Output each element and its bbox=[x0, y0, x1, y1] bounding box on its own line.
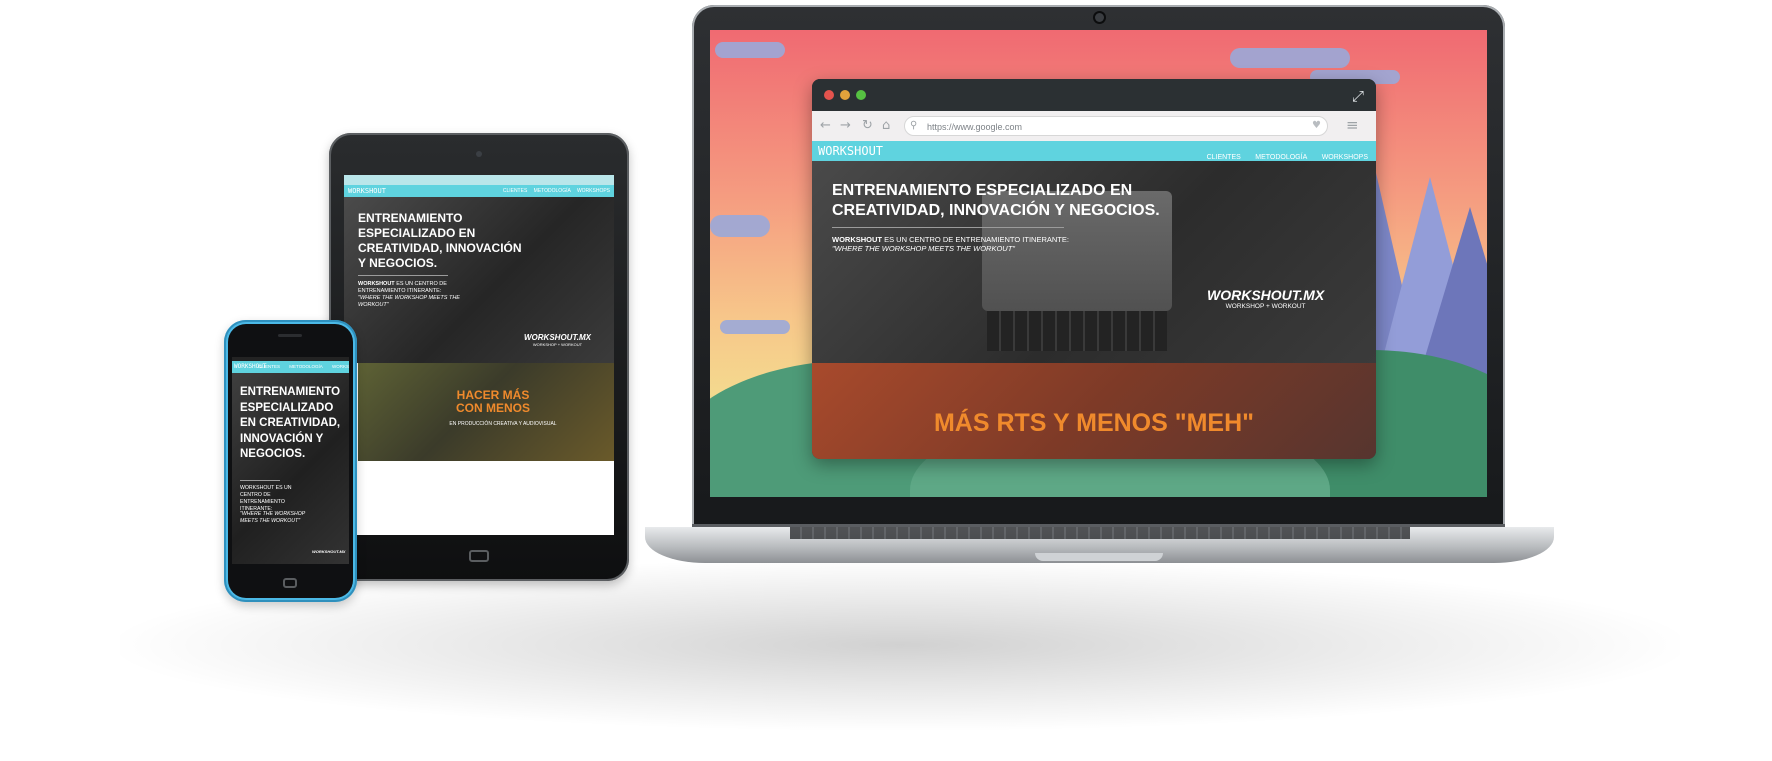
menu-icon[interactable]: ≡ bbox=[1346, 116, 1359, 134]
hero-title: ENTRENAMIENTO ESPECIALIZADO EN CREATIVID… bbox=[832, 182, 1160, 219]
phone-nav-metodologia[interactable]: METODOLOGÍA bbox=[289, 364, 322, 369]
tablet-nav-metodologia[interactable]: METODOLOGÍA bbox=[534, 188, 571, 194]
phone-speaker bbox=[278, 334, 302, 337]
heart-icon[interactable]: ♥ bbox=[1312, 120, 1321, 131]
hero-background-keyboard bbox=[987, 311, 1167, 351]
tablet-site-navbar: WORKSHOUT CLIENTES METODOLOGÍA WORKSHOPS bbox=[344, 185, 614, 197]
phone-hero-title: ENTRENAMIENTO ESPECIALIZADO EN CREATIVID… bbox=[240, 386, 341, 460]
laptop-notch bbox=[1035, 553, 1163, 561]
promo-section: MÁS RTS Y MENOS "MEH" bbox=[812, 363, 1376, 459]
nav-link-clientes[interactable]: CLIENTES bbox=[1207, 154, 1241, 161]
tablet-promo-subtitle: EN PRODUCCIÓN CREATIVA Y AUDIOVISUAL bbox=[449, 421, 557, 427]
browser-window: ⤢ ← → ↻ ⌂ https://www.google.com ⚲ ♥ ≡ W… bbox=[812, 79, 1376, 459]
site-navbar: WORKSHOUT CLIENTES METODOLOGÍA WORKSHOPS bbox=[812, 141, 1376, 161]
hero-description-text: ES UN CENTRO DE ENTRENAMIENTO ITINERANTE… bbox=[882, 235, 1069, 244]
home-icon[interactable]: ⌂ bbox=[882, 118, 890, 133]
hero-quote: "WHERE THE WORKSHOP MEETS THE WORKOUT" bbox=[832, 244, 1015, 253]
browser-titlebar: ⤢ bbox=[812, 79, 1376, 111]
laptop-keyboard bbox=[790, 527, 1410, 539]
tablet-hero-brand-word: WORKSHOUT bbox=[358, 281, 395, 287]
tablet-promo-section: HACER MÁS CON MENOS EN PRODUCCIÓN CREATI… bbox=[358, 363, 614, 461]
tablet-brand-name: WORKSHOUT.MX bbox=[524, 333, 591, 342]
tablet-brand-tagline: WORKSHOP + WORKOUT bbox=[532, 342, 583, 347]
phone-site-navbar: WORKSHOUT CLIENTES METODOLOGÍA WORKSHOPS bbox=[232, 361, 349, 373]
tablet-hero: ENTRENAMIENTO ESPECIALIZADO EN CREATIVID… bbox=[344, 197, 614, 363]
tablet-browser-toolbar bbox=[344, 175, 614, 185]
tablet-screen: WORKSHOUT CLIENTES METODOLOGÍA WORKSHOPS… bbox=[344, 175, 614, 535]
tablet-hero-divider bbox=[358, 275, 448, 276]
phone-nav-workshops[interactable]: WORKSHOPS bbox=[332, 364, 349, 369]
reload-icon[interactable]: ↻ bbox=[862, 118, 873, 133]
phone-brand-logo: WORKSHOUT.MX bbox=[312, 549, 346, 554]
laptop-camera bbox=[1095, 13, 1104, 22]
back-arrow-icon[interactable]: ← bbox=[820, 118, 831, 133]
promo-title: MÁS RTS Y MENOS "MEH" bbox=[933, 409, 1255, 437]
brand-name: WORKSHOUT.MX bbox=[1207, 287, 1325, 303]
phone-hero-divider bbox=[240, 480, 280, 481]
tablet-nav-clientes[interactable]: CLIENTES bbox=[503, 188, 527, 194]
expand-icon[interactable]: ⤢ bbox=[1352, 87, 1364, 105]
tablet-site-logo[interactable]: WORKSHOUT bbox=[348, 187, 386, 195]
tablet-brand-logo: WORKSHOUT.MX WORKSHOP + WORKOUT bbox=[524, 333, 591, 347]
tablet-hero-quote: "WHERE THE WORKSHOP MEETS THE WORKOUT" bbox=[358, 295, 460, 308]
brand-tagline: WORKSHOP + WORKOUT bbox=[1225, 303, 1306, 310]
forward-arrow-icon[interactable]: → bbox=[840, 118, 851, 133]
address-bar[interactable]: https://www.google.com bbox=[904, 116, 1328, 136]
phone-hero-quote: "WHERE THE WORKSHOP MEETS THE WORKOUT" bbox=[240, 511, 306, 524]
tablet-hero-description: WORKSHOUT ES UN CENTRO DE ENTRENAMIENTO … bbox=[358, 281, 468, 295]
nav-link-workshops[interactable]: WORKSHOPS bbox=[1322, 154, 1368, 161]
brand-logo: WORKSHOUT.MX WORKSHOP + WORKOUT bbox=[1207, 287, 1324, 310]
minimize-window-button[interactable] bbox=[840, 90, 850, 100]
hero-divider bbox=[832, 227, 1064, 228]
phone-hero: ENTRENAMIENTO ESPECIALIZADO EN CREATIVID… bbox=[232, 373, 349, 564]
phone-nav-clientes[interactable]: CLIENTES bbox=[258, 364, 280, 369]
phone-home-button[interactable] bbox=[283, 578, 297, 588]
nav-link-metodologia[interactable]: METODOLOGÍA bbox=[1255, 154, 1307, 161]
close-window-button[interactable] bbox=[824, 90, 834, 100]
tablet-hero-title: ENTRENAMIENTO ESPECIALIZADO EN CREATIVID… bbox=[358, 211, 522, 270]
hero-brand-word: WORKSHOUT bbox=[832, 235, 882, 244]
search-icon: ⚲ bbox=[910, 120, 918, 131]
tablet-nav-workshops[interactable]: WORKSHOPS bbox=[577, 188, 610, 194]
phone-hero-description: WORKSHOUT ES UN CENTRO DE ENTRENAMIENTO … bbox=[240, 485, 292, 512]
site-logo[interactable]: WORKSHOUT bbox=[818, 144, 883, 158]
phone-nav-links: CLIENTES METODOLOGÍA WORKSHOPS bbox=[258, 364, 349, 369]
browser-toolbar: ← → ↻ ⌂ https://www.google.com ⚲ ♥ ≡ bbox=[812, 111, 1376, 141]
maximize-window-button[interactable] bbox=[856, 90, 866, 100]
tablet-promo-title: HACER MÁS CON MENOS bbox=[455, 388, 530, 415]
tablet-camera bbox=[476, 151, 482, 157]
hero-description: WORKSHOUT ES UN CENTRO DE ENTRENAMIENTO … bbox=[832, 235, 1092, 244]
phone-screen: WORKSHOUT CLIENTES METODOLOGÍA WORKSHOPS… bbox=[232, 357, 349, 564]
hero-section: ENTRENAMIENTO ESPECIALIZADO EN CREATIVID… bbox=[812, 161, 1376, 363]
tablet-home-button[interactable] bbox=[469, 550, 489, 562]
tablet-nav-links: CLIENTES METODOLOGÍA WORKSHOPS bbox=[498, 188, 610, 194]
